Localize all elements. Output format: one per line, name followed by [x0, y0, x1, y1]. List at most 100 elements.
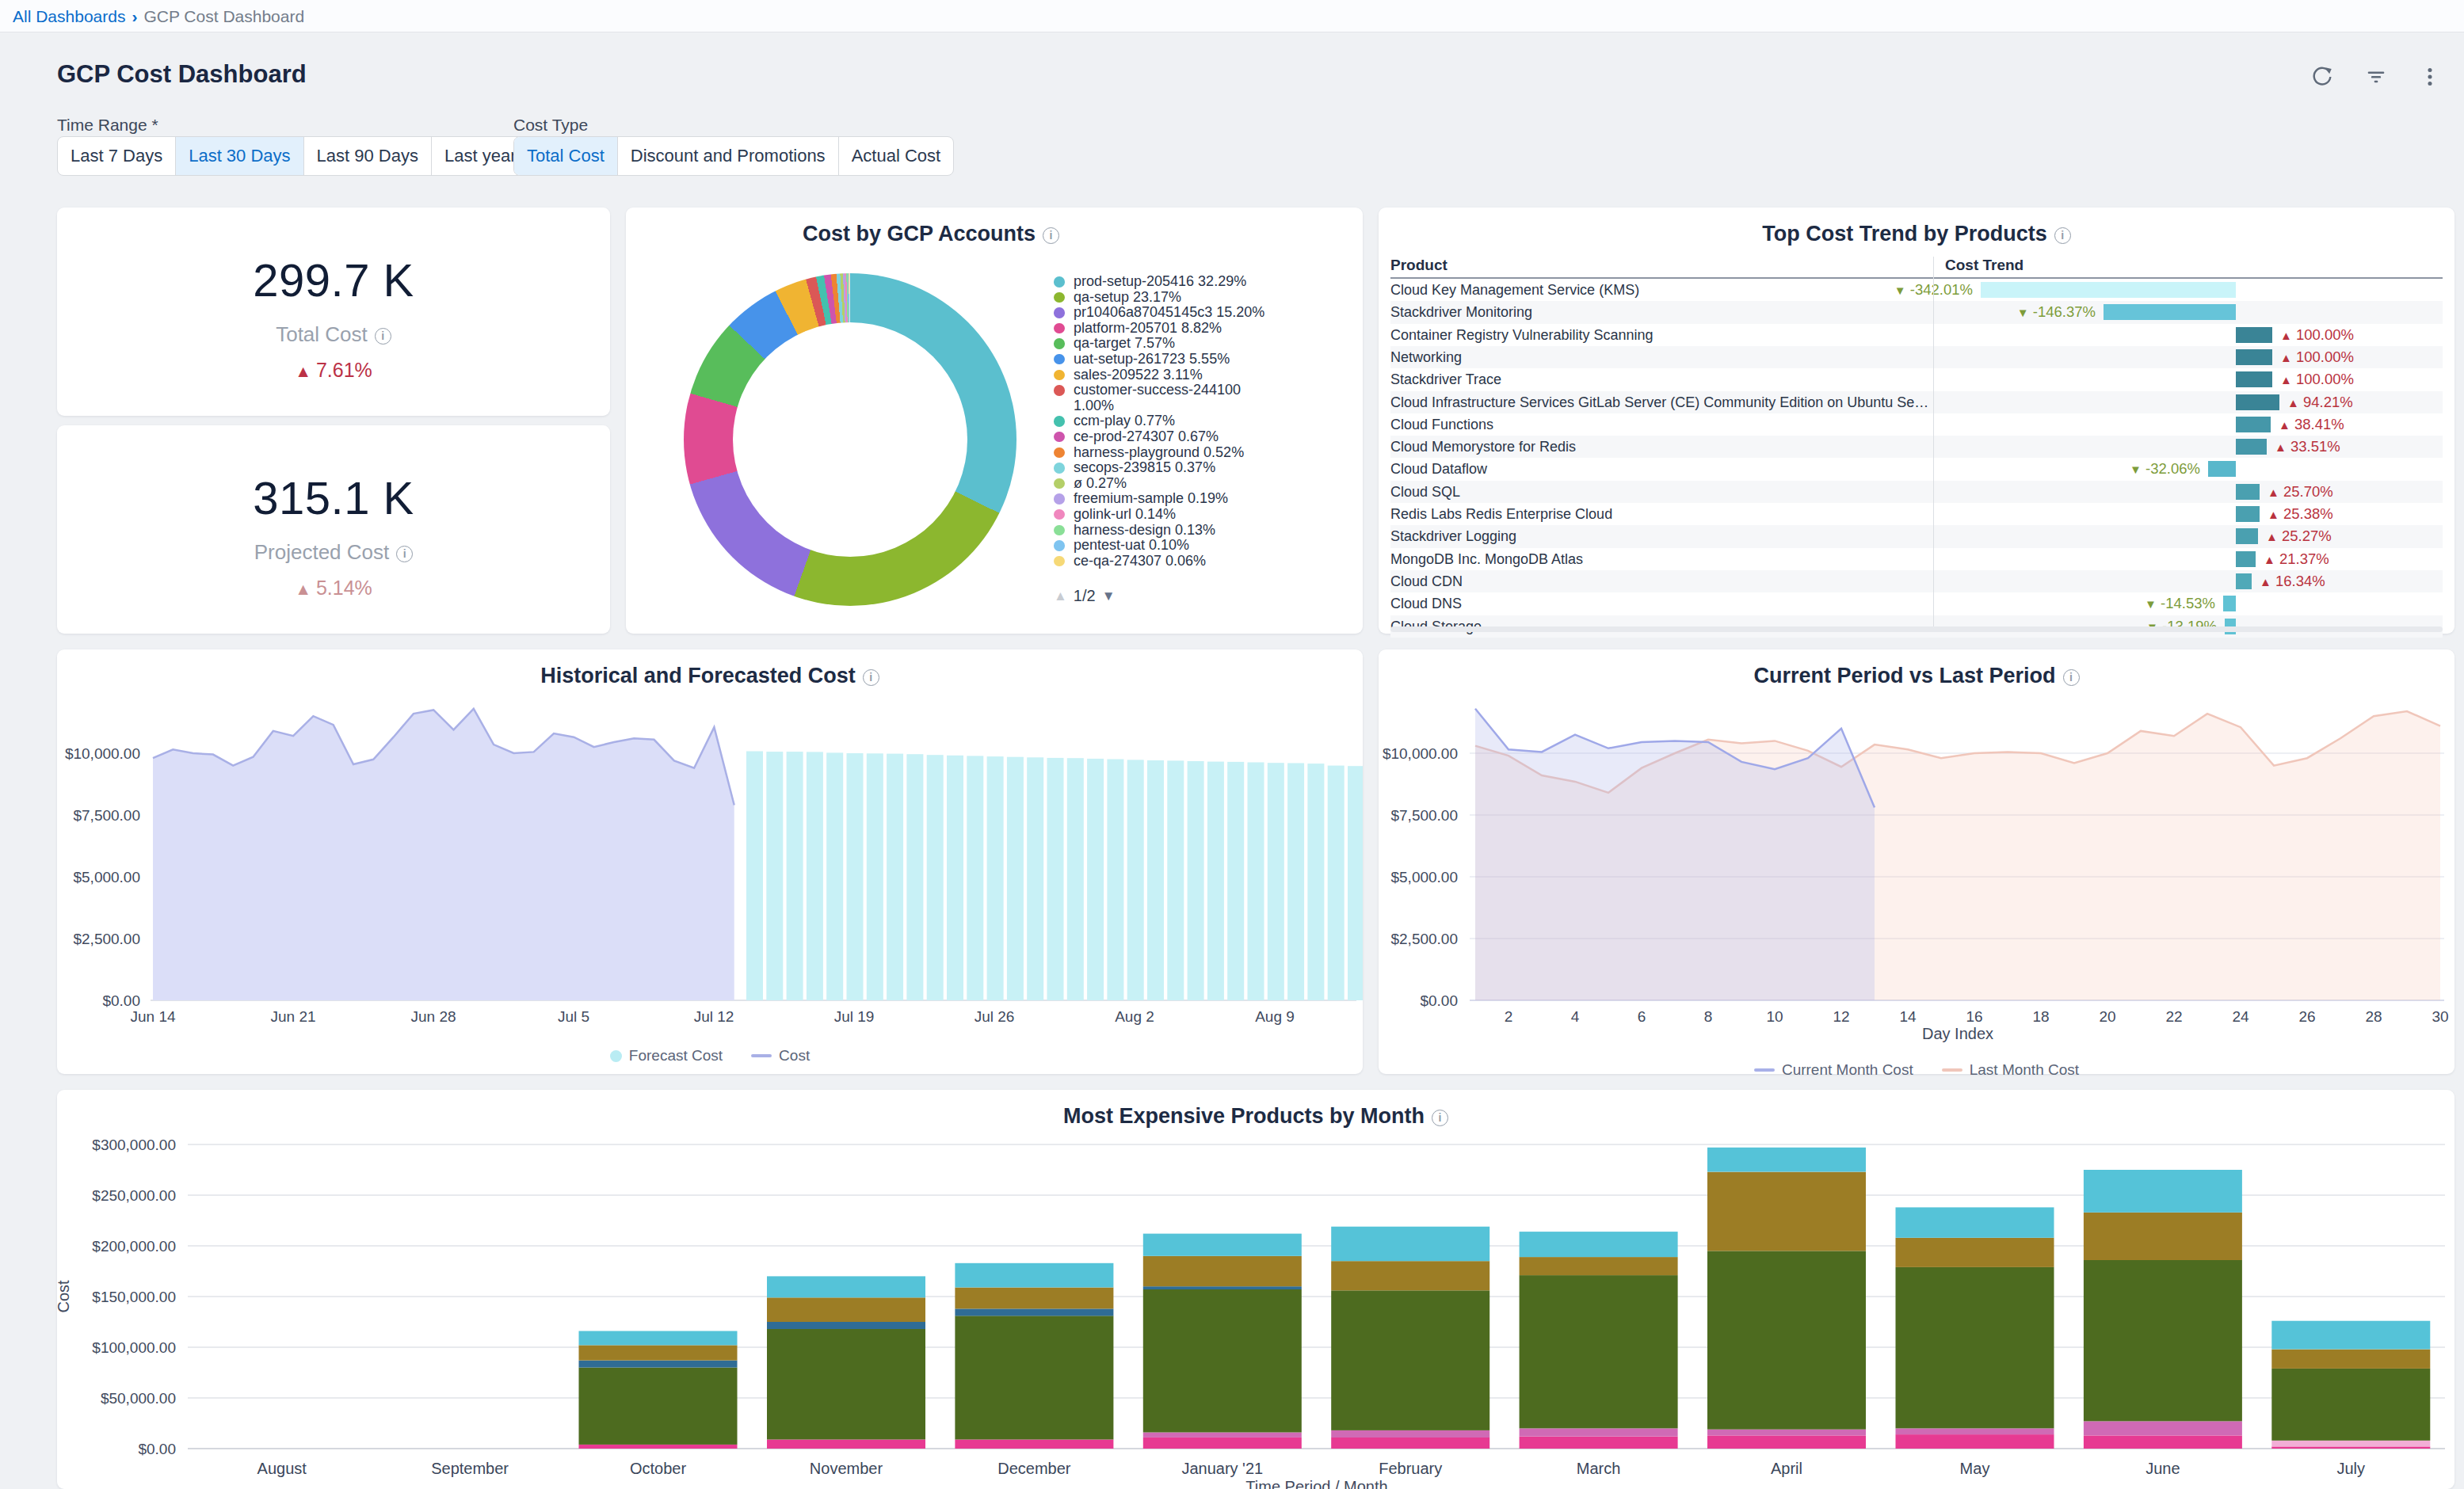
delta-up-icon: ▲: [295, 580, 311, 598]
table-column-divider: [1933, 257, 1934, 627]
svg-text:June: June: [2146, 1460, 2180, 1477]
table-row[interactable]: Cloud CDN▲ 16.34%: [1390, 570, 2443, 592]
svg-text:$300,000.00: $300,000.00: [92, 1137, 176, 1153]
breadcrumb-all-dashboards[interactable]: All Dashboards: [13, 7, 125, 25]
legend-item[interactable]: platform-205701 8.82%: [1054, 321, 1269, 337]
legend-item[interactable]: ccm-play 0.77%: [1054, 413, 1269, 429]
info-icon[interactable]: i: [1043, 227, 1059, 244]
chart-legend: Forecast Cost Cost: [57, 1047, 1363, 1064]
table-row[interactable]: Cloud Infrastructure Services GitLab Ser…: [1390, 391, 2443, 413]
legend-item[interactable]: customer-success-244100 1.00%: [1054, 383, 1269, 413]
svg-text:$10,000.00: $10,000.00: [65, 745, 140, 762]
legend-item[interactable]: qa-target 7.57%: [1054, 336, 1269, 352]
chart-title: Cost by GCP Accountsi: [626, 222, 1236, 246]
column-cost-trend[interactable]: Cost Trend: [1945, 257, 2023, 274]
table-row[interactable]: Stackdriver Monitoring▼ -146.37%: [1390, 301, 2443, 323]
monthly-products-chart[interactable]: $0.00$50,000.00$100,000.00$150,000.00$20…: [57, 1090, 2454, 1489]
svg-text:$0.00: $0.00: [1420, 992, 1458, 1009]
chart-legend: Current Month Cost Last Month Cost: [1379, 1061, 2454, 1079]
column-product[interactable]: Product: [1390, 257, 1448, 273]
period-compare-card: Current Period vs Last Periodi $0.00$2,5…: [1379, 649, 2454, 1074]
legend-item[interactable]: harness-design 0.13%: [1054, 523, 1269, 539]
svg-text:Jul 19: Jul 19: [834, 1008, 875, 1025]
legend-item[interactable]: freemium-sample 0.19%: [1054, 491, 1269, 507]
legend-page-indicator: 1/2: [1074, 587, 1096, 605]
svg-text:April: April: [1771, 1460, 1802, 1477]
svg-text:March: March: [1577, 1460, 1621, 1477]
table-scrollbar[interactable]: [1390, 626, 2443, 632]
option-discount-and-promotions[interactable]: Discount and Promotions: [617, 137, 838, 175]
svg-text:22: 22: [2165, 1008, 2182, 1025]
legend-item[interactable]: uat-setup-261723 5.55%: [1054, 352, 1269, 367]
monthly-products-card: Most Expensive Products by Monthi $0.00$…: [57, 1090, 2454, 1489]
legend-item[interactable]: Last Month Cost: [1942, 1061, 2079, 1079]
svg-text:$200,000.00: $200,000.00: [92, 1238, 176, 1255]
svg-text:20: 20: [2099, 1008, 2115, 1025]
svg-text:26: 26: [2298, 1008, 2315, 1025]
legend-item[interactable]: ce-qa-274307 0.06%: [1054, 554, 1269, 569]
legend-item[interactable]: golink-url 0.14%: [1054, 507, 1269, 523]
info-icon[interactable]: i: [2054, 227, 2071, 244]
table-row[interactable]: Networking▲ 100.00%: [1390, 346, 2443, 368]
projected-cost-card: 315.1 K Projected Costi ▲5.14%: [57, 425, 610, 634]
legend-item[interactable]: secops-239815 0.37%: [1054, 460, 1269, 476]
table-row[interactable]: Cloud Dataflow▼ -32.06%: [1390, 458, 2443, 480]
time-range-group: Last 7 DaysLast 30 DaysLast 90 DaysLast …: [57, 136, 529, 176]
option-last-30-days[interactable]: Last 30 Days: [175, 137, 303, 175]
historical-forecast-chart[interactable]: $0.00$2,500.00$5,000.00$7,500.00$10,000.…: [57, 649, 1363, 1074]
breadcrumb-separator: ›: [125, 7, 143, 25]
info-icon[interactable]: i: [396, 546, 413, 562]
legend-item[interactable]: Current Month Cost: [1754, 1061, 1913, 1079]
option-total-cost[interactable]: Total Cost: [514, 137, 617, 175]
svg-text:Jun 28: Jun 28: [410, 1008, 456, 1025]
legend-page-up-icon[interactable]: ▲: [1054, 588, 1067, 604]
table-row[interactable]: Container Registry Vulnerability Scannin…: [1390, 324, 2443, 346]
legend-item[interactable]: Forecast Cost: [610, 1047, 723, 1064]
svg-text:November: November: [810, 1460, 883, 1477]
more-options-icon[interactable]: [2418, 65, 2442, 89]
table-row[interactable]: Redis Labs Redis Enterprise Cloud▲ 25.38…: [1390, 503, 2443, 525]
refresh-icon[interactable]: [2310, 65, 2334, 89]
svg-text:8: 8: [1704, 1008, 1713, 1025]
legend-item[interactable]: ce-prod-274307 0.67%: [1054, 429, 1269, 445]
projected-cost-delta: ▲5.14%: [295, 577, 372, 600]
svg-text:4: 4: [1571, 1008, 1580, 1025]
svg-text:$0.00: $0.00: [102, 992, 140, 1009]
option-last-7-days[interactable]: Last 7 Days: [58, 137, 175, 175]
table-row[interactable]: Cloud Key Management Service (KMS)▼ -342…: [1390, 279, 2443, 301]
legend-page-down-icon[interactable]: ▼: [1102, 588, 1116, 604]
legend-pagination: ▲ 1/2 ▼: [1054, 587, 1115, 605]
legend-item[interactable]: Cost: [751, 1047, 810, 1064]
legend-item[interactable]: pr10406a87045145c3 15.20%: [1054, 305, 1269, 321]
table-row[interactable]: Stackdriver Logging▲ 25.27%: [1390, 525, 2443, 547]
legend-item[interactable]: prod-setup-205416 32.29%: [1054, 274, 1269, 290]
table-row[interactable]: Cloud Memorystore for Redis▲ 33.51%: [1390, 436, 2443, 458]
svg-text:$2,500.00: $2,500.00: [73, 931, 140, 947]
info-icon[interactable]: i: [375, 328, 391, 345]
top-cost-trend-card: Top Cost Trend by Productsi Product Cost…: [1379, 208, 2454, 634]
legend-item[interactable]: pentest-uat 0.10%: [1054, 538, 1269, 554]
filter-icon[interactable]: [2364, 65, 2388, 89]
delta-up-icon: ▲: [295, 362, 311, 380]
table-row[interactable]: Cloud SQL▲ 25.70%: [1390, 481, 2443, 503]
svg-text:$100,000.00: $100,000.00: [92, 1339, 176, 1356]
svg-text:Time Period / Month: Time Period / Month: [1245, 1478, 1387, 1489]
table-row[interactable]: Cloud Functions▲ 38.41%: [1390, 413, 2443, 436]
total-cost-label: Total Costi: [276, 322, 391, 347]
svg-text:Jun 21: Jun 21: [270, 1008, 315, 1025]
svg-text:December: December: [997, 1460, 1071, 1477]
legend-item[interactable]: sales-209522 3.11%: [1054, 367, 1269, 383]
legend-item[interactable]: qa-setup 23.17%: [1054, 290, 1269, 306]
option-actual-cost[interactable]: Actual Cost: [838, 137, 954, 175]
svg-text:$7,500.00: $7,500.00: [73, 807, 140, 824]
table-row[interactable]: Stackdriver Trace▲ 100.00%: [1390, 368, 2443, 390]
table-row[interactable]: MongoDB Inc. MongoDB Atlas▲ 21.37%: [1390, 548, 2443, 570]
svg-text:$5,000.00: $5,000.00: [1390, 869, 1458, 885]
legend-item[interactable]: ø 0.27%: [1054, 476, 1269, 492]
option-last-90-days[interactable]: Last 90 Days: [303, 137, 431, 175]
breadcrumb-current: GCP Cost Dashboard: [143, 7, 304, 25]
table-row[interactable]: Cloud DNS▼ -14.53%: [1390, 592, 2443, 615]
svg-text:Jul 5: Jul 5: [558, 1008, 589, 1025]
legend-item[interactable]: harness-playground 0.52%: [1054, 445, 1269, 461]
period-compare-chart[interactable]: $0.00$2,500.00$5,000.00$7,500.00$10,000.…: [1379, 649, 2454, 1074]
